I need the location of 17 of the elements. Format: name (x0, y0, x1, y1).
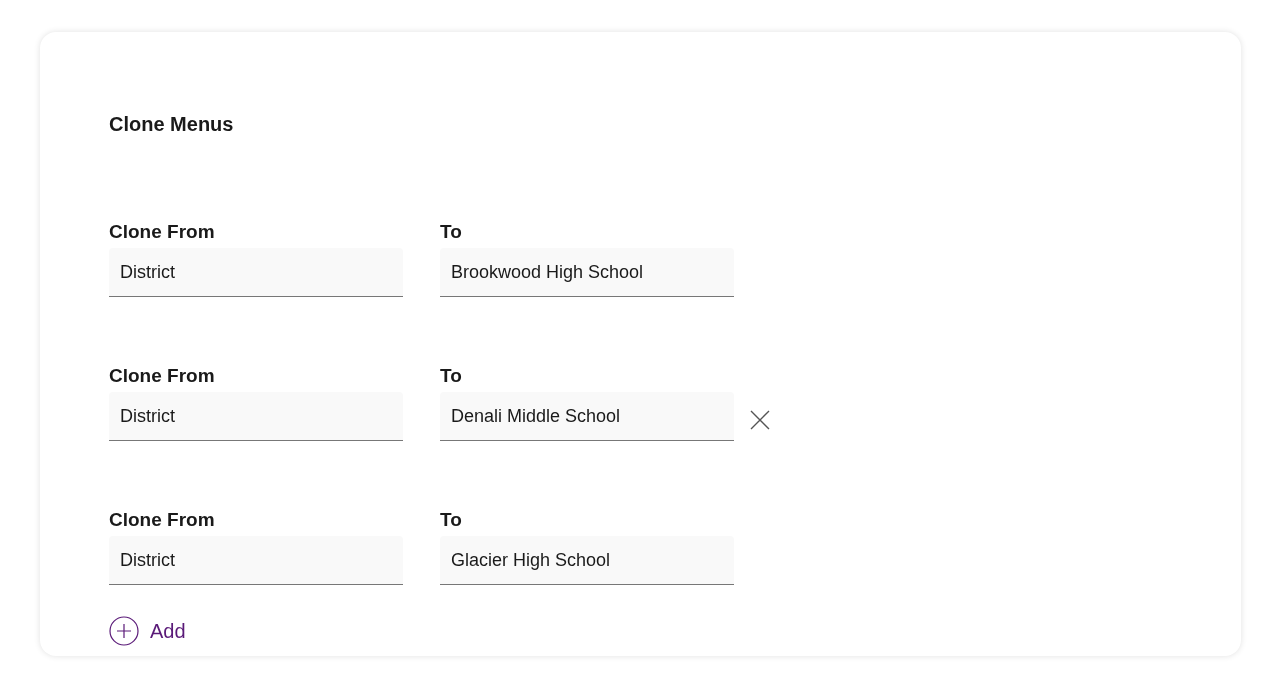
field-label: Clone From (109, 220, 216, 244)
field-label: To (440, 364, 463, 388)
input-field[interactable]: District (109, 392, 403, 441)
add-button[interactable]: Add (109, 616, 186, 646)
field-label: Clone From (109, 364, 216, 388)
input-field[interactable]: District (109, 536, 403, 585)
input-field[interactable]: District (109, 248, 403, 297)
section-title: Clone Menus (109, 112, 235, 136)
field-label: To (440, 220, 463, 244)
close-icon (749, 409, 771, 431)
field-label: Clone From (109, 508, 216, 532)
field-label: To (440, 508, 463, 532)
plus-circle-icon (109, 616, 139, 646)
input-field[interactable]: Glacier High School (440, 536, 734, 585)
remove-button[interactable] (749, 409, 771, 431)
input-field[interactable]: Denali Middle School (440, 392, 734, 441)
input-field[interactable]: Brookwood High School (440, 248, 734, 297)
